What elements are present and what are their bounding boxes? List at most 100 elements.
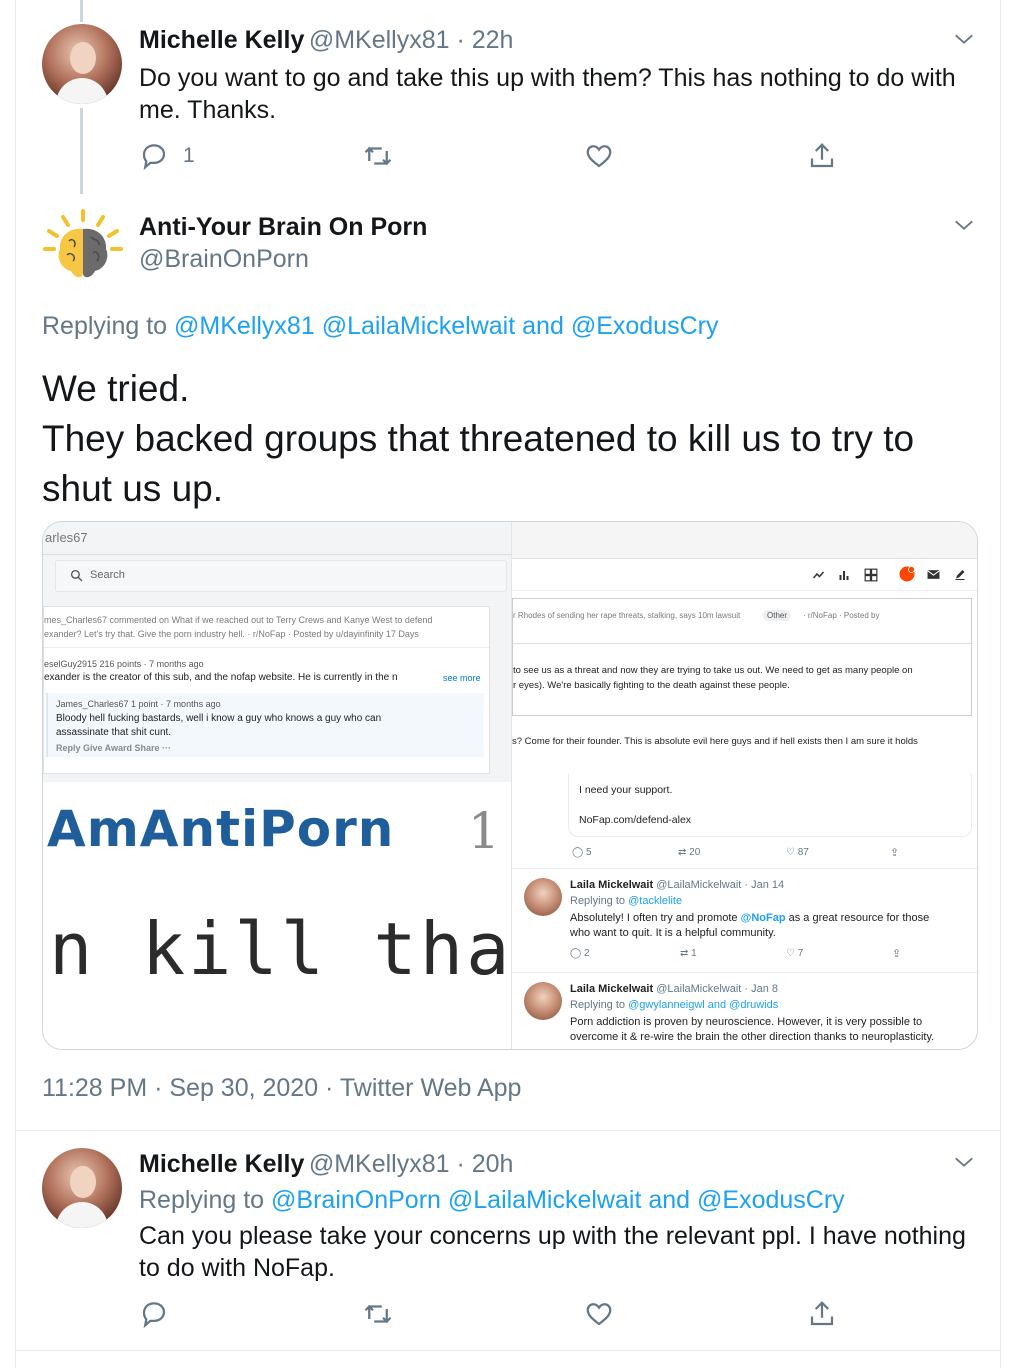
share-icon: ⇪ (890, 847, 900, 859)
author-handle[interactable]: @BrainOnPorn (139, 245, 309, 274)
chevron-down-icon[interactable] (953, 1151, 975, 1173)
tweet-header: Anti-Your Brain On Porn (139, 213, 427, 242)
replying-to: Replying to @gwylanneigwl and @druwids (570, 999, 778, 1011)
mention-link[interactable]: @MKellyx81 (174, 312, 315, 340)
tweet-text-part: Absolutely! I often try and promote (570, 912, 738, 924)
mail-icon (927, 570, 940, 579)
comment-author: eselGuy2915 216 points · 7 months ago (44, 659, 204, 669)
retweet-count: 1 (691, 948, 697, 959)
share-icon: ⇪ (892, 948, 902, 960)
replying-to: Replying to @tacklelite (570, 895, 682, 907)
author-name: Laila Mickelwait (570, 879, 654, 891)
mention-link[interactable]: @LailaMickelwait (322, 312, 516, 340)
chevron-down-icon[interactable] (953, 28, 975, 50)
retweet-icon (364, 146, 392, 166)
tweet-header: Laila Mickelwait @LailaMickelwait · Jan … (570, 983, 778, 995)
chat-badge-icon (899, 566, 915, 582)
mention-link[interactable]: @LailaMickelwait (448, 1186, 642, 1214)
heart-icon (586, 145, 612, 168)
reply-count: 1 (183, 144, 195, 167)
tweet-text: who want to quit. It is a helpful commun… (570, 927, 776, 939)
like-count: 87 (797, 847, 809, 858)
trending-icon (812, 571, 825, 579)
author-name[interactable]: Michelle Kelly (139, 26, 304, 54)
mention-conjunction[interactable]: and (648, 1186, 690, 1214)
author-handle[interactable]: @MKellyx81 · 22h (309, 26, 514, 54)
retweet-button[interactable] (362, 1299, 394, 1329)
replying-to: Replying to @MKellyx81 @LailaMickelwait … (42, 312, 718, 341)
author-name: Laila Mickelwait (570, 983, 654, 995)
search-bar[interactable]: Search (55, 560, 507, 592)
flair-tag: Other (763, 610, 792, 621)
tweet-text: Do you want to go and take this up with … (139, 64, 956, 124)
replying-to-label: Replying to (139, 1186, 265, 1214)
reply-count: 2 (583, 948, 590, 959)
mention-link[interactable]: @ExodusCry (571, 312, 719, 340)
tweet-actions: ◯ 2 ⇄ 1 ♡ 7 ⇪ (570, 948, 902, 960)
tweet-text-line: They backed groups that threatened to ki… (42, 418, 915, 509)
mention-conjunction[interactable]: and (522, 312, 564, 340)
author-handle: @LailaMickelwait · Jan 8 (656, 983, 779, 995)
tweet-text-line: We tried. (42, 368, 190, 409)
replying-to-label: Replying to (570, 895, 626, 907)
comment-card: mes_Charles67 commented on What if we re… (43, 606, 490, 774)
author-name[interactable]: Anti-Your Brain On Porn (139, 213, 427, 241)
like-button[interactable] (584, 141, 614, 171)
chart-icon (839, 571, 849, 580)
reddit-screenshot: arles67 Search mes_Charles67 commented o… (43, 522, 511, 782)
post-text: s? Come for their founder. This is absol… (512, 736, 918, 747)
tweet-text: Porn addiction is proven by neuroscience… (570, 1016, 923, 1028)
like-button[interactable] (584, 1299, 614, 1329)
tweet-media[interactable]: arles67 Search mes_Charles67 commented o… (42, 521, 978, 1050)
mention-link: @tacklelite (628, 895, 683, 907)
divider (15, 1130, 1001, 1131)
reddit-toolbar (512, 560, 977, 591)
reply-button[interactable]: 1 (139, 141, 195, 171)
author-handle[interactable]: @MKellyx81 · 20h (309, 1150, 514, 1178)
chevron-down-icon[interactable] (953, 214, 975, 236)
nofap-screenshot: r Rhodes of sending her rape threats, st… (511, 522, 977, 1049)
tweet-text: Can you please take your concerns up wit… (139, 1222, 966, 1282)
replying-to-label: Replying to (42, 312, 168, 340)
mention-link: @gwylanneigwl and @druwids (628, 999, 779, 1011)
quoted-text: NoFap.com/defend-alex (579, 814, 692, 826)
quoted-text: I need your support. (579, 784, 673, 796)
author-handle: @LailaMickelwait · Jan 14 (656, 879, 785, 891)
mention-link[interactable]: @ExodusCry (697, 1186, 845, 1214)
thread-line (80, 108, 83, 194)
banner-text: AmAntiPorn (47, 800, 395, 858)
share-button[interactable] (807, 141, 837, 171)
reply-actions: Reply Give Award Share ··· (56, 743, 172, 753)
mention-link[interactable]: @BrainOnPorn (271, 1186, 441, 1214)
mention-link: @NoFap (740, 912, 786, 924)
heart-icon (586, 1303, 612, 1326)
banner-number: 1 (468, 802, 500, 860)
avatar[interactable] (42, 24, 122, 104)
tweet-text-part: as a great resource for those (788, 912, 930, 924)
post-text: to see us as a threat and now they are t… (513, 665, 913, 676)
share-icon (810, 143, 834, 168)
reply-button[interactable] (139, 1299, 169, 1329)
quoted-actions: ◯ 5 ⇄ 20 ♡ 87 ⇪ (572, 847, 900, 859)
tweet-text: We tried. They backed groups that threat… (42, 364, 982, 514)
tweet-header: Michelle Kelly @MKellyx81 · 20h (139, 1150, 513, 1179)
see-more-link[interactable]: see more (443, 673, 481, 683)
replying-to-label: Replying to (570, 999, 626, 1011)
nested-reply: James_Charles67 1 point · 7 months ago B… (46, 693, 484, 757)
retweet-icon (364, 1304, 392, 1324)
pencil-icon (955, 570, 965, 580)
share-button[interactable] (807, 1299, 837, 1329)
tweet-text: Absolutely! I often try and promote @NoF… (570, 912, 929, 924)
retweet-count: 20 (689, 847, 701, 858)
comment-subheader: exander? Let's try that. Give the porn i… (44, 629, 419, 639)
author-name[interactable]: Michelle Kelly (139, 1150, 304, 1178)
tweet-timestamp[interactable]: 11:28 PM · Sep 30, 2020 · Twitter Web Ap… (42, 1074, 521, 1103)
avatar[interactable] (42, 1148, 122, 1228)
divider (15, 1350, 1001, 1351)
like-count: 7 (797, 948, 804, 959)
reply-author: James_Charles67 1 point · 7 months ago (56, 699, 221, 709)
brain-logo-avatar[interactable] (41, 207, 125, 287)
post-meta: · r/NoFap · Posted by (803, 611, 880, 620)
retweet-button[interactable] (362, 141, 394, 171)
post-title: r Rhodes of sending her rape threats, st… (513, 611, 741, 620)
